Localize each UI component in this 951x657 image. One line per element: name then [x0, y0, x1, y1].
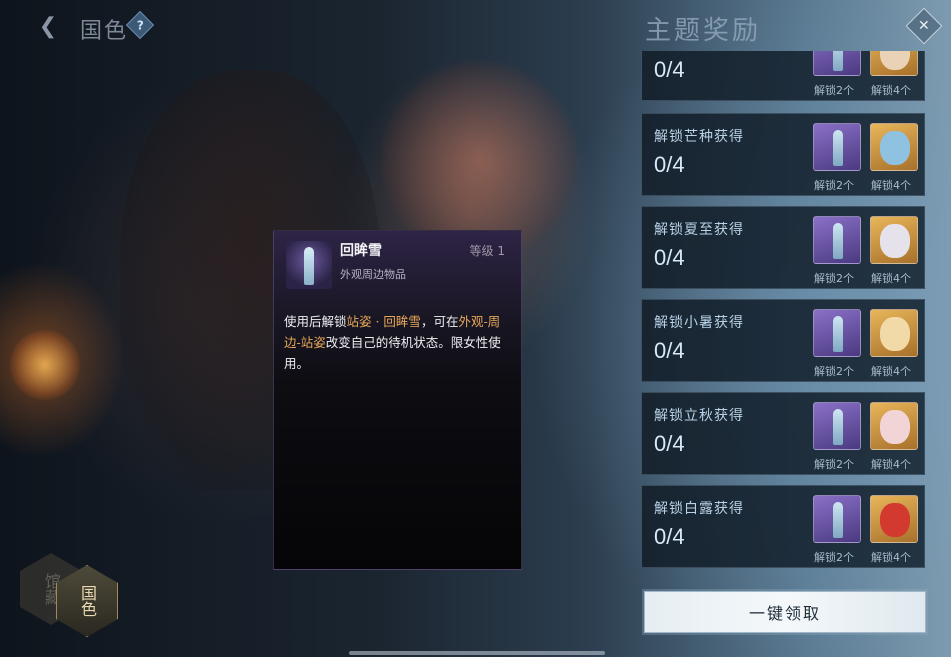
reward-card: 解锁白露获得 0/4 解锁2个 解锁4个 — [641, 485, 925, 568]
reward-label-2: 解锁2个 — [814, 179, 854, 192]
reward-item-pose-thumb[interactable] — [813, 495, 861, 543]
item-category: 外观周边物品 — [340, 268, 406, 281]
reward-title: 解锁白露获得 — [654, 501, 744, 517]
item-name: 回眸雪 — [340, 243, 382, 259]
reward-item-pose-thumb[interactable] — [813, 309, 861, 357]
reward-progress: 0/4 — [654, 57, 685, 82]
claim-all-button[interactable]: 一键领取 — [644, 591, 926, 633]
reward-item-avatar-thumb[interactable] — [870, 402, 918, 450]
reward-title: 解锁小暑获得 — [654, 315, 744, 331]
reward-item-avatar-thumb[interactable] — [870, 123, 918, 171]
reward-item-avatar-thumb[interactable] — [870, 309, 918, 357]
reward-label-2: 解锁2个 — [814, 84, 854, 97]
reward-label-2: 解锁2个 — [814, 272, 854, 285]
reward-card: 解锁立秋获得 0/4 解锁2个 解锁4个 — [641, 392, 925, 475]
panel-title: 主题奖励 — [645, 16, 762, 46]
reward-progress: 0/4 — [654, 245, 685, 270]
reward-label-2: 解锁2个 — [814, 365, 854, 378]
item-level: 等级 1 — [469, 244, 505, 258]
reward-label-4: 解锁4个 — [871, 272, 911, 285]
reward-title: 解锁夏至获得 — [654, 222, 744, 238]
reward-progress: 0/4 — [654, 431, 685, 456]
item-tooltip: 回眸雪 等级 1 外观周边物品 使用后解锁站姿 · 回眸雪，可在外观-周边-站姿… — [273, 230, 522, 570]
reward-label-4: 解锁4个 — [871, 458, 911, 471]
reward-label-4: 解锁4个 — [871, 179, 911, 192]
page-title: 国色 — [80, 19, 129, 44]
reward-card: 0/4 解锁2个 解锁4个 — [641, 51, 925, 101]
reward-item-pose-thumb[interactable] — [813, 402, 861, 450]
reward-item-pose-thumb[interactable] — [813, 123, 861, 171]
background-glow — [10, 330, 80, 400]
home-indicator — [349, 651, 605, 655]
reward-item-pose-thumb[interactable] — [813, 216, 861, 264]
reward-item-avatar-thumb[interactable] — [870, 495, 918, 543]
tab-guose-label: 国色 — [78, 585, 97, 617]
reward-item-pose-thumb[interactable] — [813, 51, 861, 76]
reward-card: 解锁小暑获得 0/4 解锁2个 解锁4个 — [641, 299, 925, 382]
reward-label-2: 解锁2个 — [814, 551, 854, 564]
reward-label-4: 解锁4个 — [871, 551, 911, 564]
reward-label-4: 解锁4个 — [871, 84, 911, 97]
reward-label-4: 解锁4个 — [871, 365, 911, 378]
item-description: 使用后解锁站姿 · 回眸雪，可在外观-周边-站姿改变自己的待机状态。限女性使用。 — [284, 311, 514, 374]
reward-progress: 0/4 — [654, 524, 685, 549]
reward-card: 解锁夏至获得 0/4 解锁2个 解锁4个 — [641, 206, 925, 289]
desc-text: 使用后解锁 — [284, 314, 347, 329]
pose-item-icon — [286, 241, 332, 289]
desc-text: ，可在 — [420, 314, 459, 329]
reward-item-avatar-thumb[interactable] — [870, 51, 918, 76]
reward-item-avatar-thumb[interactable] — [870, 216, 918, 264]
reward-title: 解锁立秋获得 — [654, 408, 744, 424]
reward-title: 解锁芒种获得 — [654, 129, 744, 145]
reward-label-2: 解锁2个 — [814, 458, 854, 471]
reward-card: 解锁芒种获得 0/4 解锁2个 解锁4个 — [641, 113, 925, 196]
reward-progress: 0/4 — [654, 152, 685, 177]
desc-highlight-pose: 站姿 · 回眸雪 — [346, 314, 421, 329]
reward-progress: 0/4 — [654, 338, 685, 363]
reward-list[interactable]: 0/4 解锁2个 解锁4个 解锁芒种获得 0/4 解锁2个 解锁4个 解锁夏至获… — [641, 51, 925, 571]
back-arrow-icon[interactable]: ❮ — [30, 12, 66, 40]
